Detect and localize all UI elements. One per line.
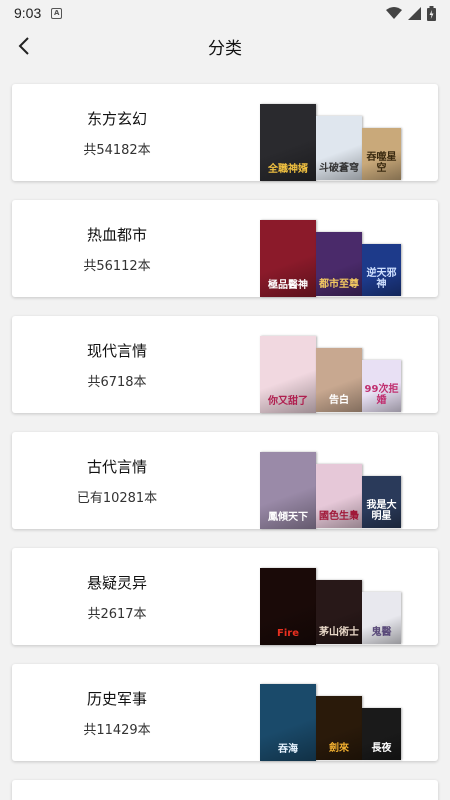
status-time: 9:03: [14, 5, 42, 21]
category-count: 共11429本: [83, 723, 151, 738]
book-cover-title: 告白: [329, 395, 349, 406]
book-cover-title: 極品醫神: [268, 280, 308, 291]
book-cover-title: 你又甜了: [268, 396, 308, 407]
category-count: 已有10281本: [76, 491, 158, 506]
book-cover-title: 都市至尊: [319, 279, 359, 290]
book-cover: 你又甜了: [260, 336, 316, 413]
category-name: 东方玄幻: [86, 110, 147, 128]
back-button[interactable]: [8, 30, 40, 62]
book-cover-title: 99次拒婚: [364, 384, 399, 406]
book-cover: 劍來: [316, 696, 362, 760]
category-name: 热血都市: [86, 226, 147, 244]
book-cover-title: 鳳傾天下: [268, 512, 308, 523]
book-cover-title: 長夜: [371, 743, 392, 754]
status-bar: 9:03 A: [0, 0, 450, 26]
book-cover: 99次拒婚: [362, 360, 401, 412]
page-title: 分类: [208, 38, 242, 59]
book-cover: 告白: [316, 348, 362, 412]
category-name: 现代言情: [86, 342, 147, 360]
category-count: 共2617本: [87, 607, 147, 622]
book-cover: 吞噬星空: [362, 128, 401, 180]
book-cover: 吞海: [260, 684, 316, 761]
category-name: 悬疑灵异: [86, 574, 147, 592]
book-cover: 都市至尊: [316, 232, 362, 296]
battery-icon: [427, 5, 436, 21]
category-count: 共54182本: [83, 143, 151, 158]
book-covers: 吞海 劍來 長夜: [260, 664, 410, 761]
category-count: 共6718本: [87, 375, 147, 390]
category-count: 共56112本: [83, 259, 151, 274]
book-cover: 極品醫神: [260, 220, 316, 297]
book-covers: Fire 茅山術士 鬼醫: [260, 548, 410, 645]
category-card[interactable]: 东方玄幻 共54182本 全職神婿 斗破蒼穹 吞噬星空: [12, 84, 438, 181]
book-cover-title: 吞噬星空: [366, 152, 397, 174]
category-card[interactable]: 古代言情 已有10281本 鳳傾天下 國色生梟 我是大明星: [12, 432, 438, 529]
book-cover-title: 鬼醫: [371, 627, 392, 638]
category-card[interactable]: 热血都市 共56112本 極品醫神 都市至尊 逆天邪神: [12, 200, 438, 297]
category-card[interactable]: 现代言情 共6718本 你又甜了 告白 99次拒婚: [12, 316, 438, 413]
book-cover-title: 國色生梟: [319, 511, 359, 522]
book-covers: 鳳傾天下 國色生梟 我是大明星: [260, 432, 410, 529]
category-list: 东方玄幻 共54182本 全職神婿 斗破蒼穹 吞噬星空 热血都市 共56112本 極品醫神 都市…: [12, 84, 438, 800]
book-cover: 我是大明星: [362, 476, 401, 528]
header-bar: 分类: [0, 26, 450, 66]
book-cover-title: 逆天邪神: [366, 268, 397, 290]
book-cover: 鬼醫: [362, 592, 401, 644]
book-covers: 極品醫神 都市至尊 逆天邪神: [260, 200, 410, 297]
category-name: 历史军事: [86, 690, 147, 708]
book-cover-title: 全職神婿: [268, 164, 308, 175]
book-cover: 全職神婿: [260, 104, 316, 181]
book-covers: 全職神婿 斗破蒼穹 吞噬星空: [260, 84, 410, 181]
chevron-left-icon: [18, 37, 29, 55]
book-cover-title: 茅山術士: [319, 627, 359, 638]
book-cover-title: 我是大明星: [366, 500, 397, 522]
category-card[interactable]: 历史军事 共11429本 吞海 劍來 長夜: [12, 664, 438, 761]
book-cover: 長夜: [362, 708, 401, 760]
notification-icon: A: [51, 7, 63, 19]
book-cover-title: 斗破蒼穹: [319, 163, 359, 174]
signal-icon: [408, 6, 421, 20]
book-cover-title: 劍來: [329, 743, 349, 754]
book-cover: 國色生梟: [316, 464, 362, 528]
book-cover: 斗破蒼穹: [316, 116, 362, 180]
category-name: 古代言情: [86, 458, 147, 476]
book-cover: 逆天邪神: [362, 244, 401, 296]
book-cover-title: Fire: [277, 628, 299, 639]
status-icons: [386, 5, 436, 21]
book-cover: Fire: [260, 568, 316, 645]
book-cover: 鳳傾天下: [260, 452, 316, 529]
book-covers: 你又甜了 告白 99次拒婚: [260, 316, 410, 413]
category-card-partial[interactable]: [12, 780, 438, 800]
book-cover-title: 吞海: [278, 744, 298, 755]
book-cover: 茅山術士: [316, 580, 362, 644]
category-card[interactable]: 悬疑灵异共2617本 Fire 茅山術士 鬼醫: [12, 548, 438, 645]
wifi-icon: [386, 7, 402, 19]
